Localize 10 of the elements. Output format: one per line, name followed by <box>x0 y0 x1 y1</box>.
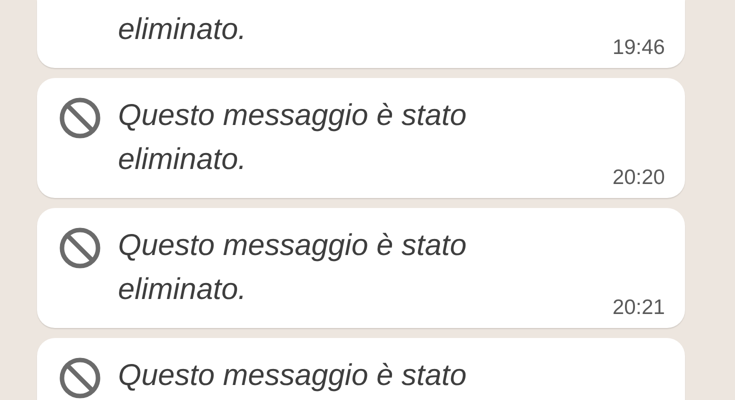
message-time: 19:46 <box>612 35 665 61</box>
message-text: Questo messaggio è stato eliminato. <box>118 228 468 308</box>
message-time: 20:21 <box>612 295 665 321</box>
prohibited-icon <box>59 97 101 139</box>
message-time: 20:20 <box>612 165 665 191</box>
message-text: Questo messaggio è stato eliminato. <box>118 98 468 178</box>
message-text: eliminato. <box>118 12 246 48</box>
prohibited-icon <box>59 357 101 399</box>
message-text: Questo messaggio è stato <box>118 358 467 394</box>
prohibited-icon <box>59 227 101 269</box>
